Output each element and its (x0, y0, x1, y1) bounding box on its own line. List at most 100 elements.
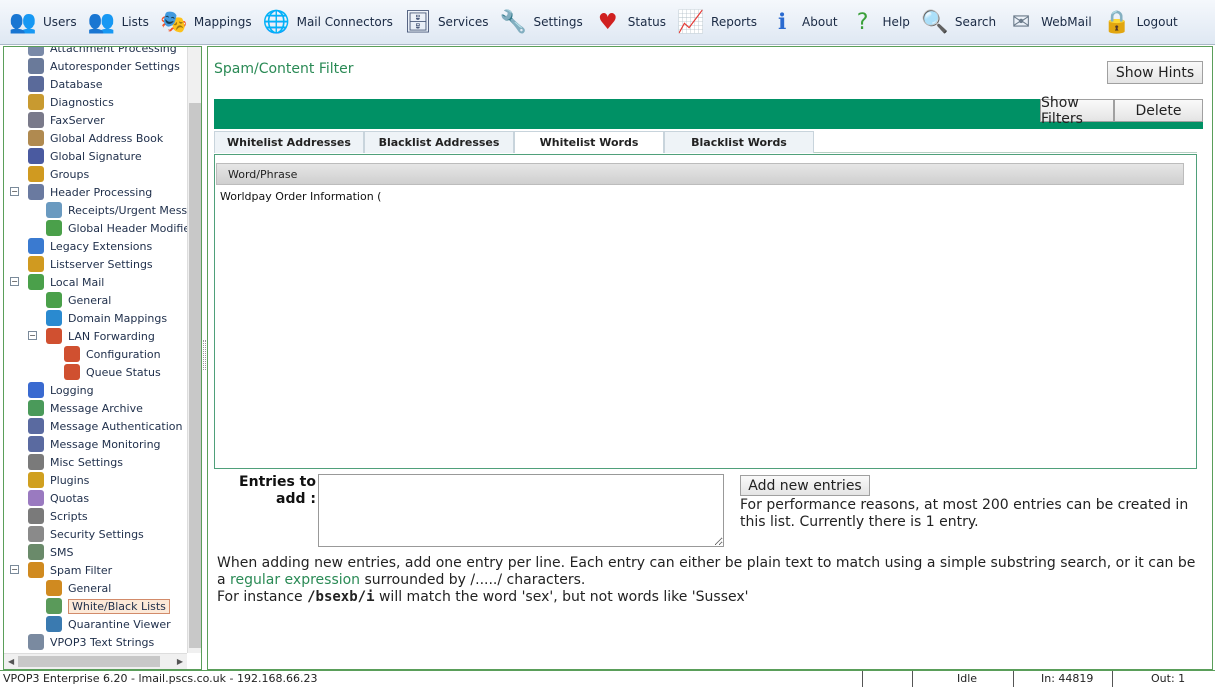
toolbar-mail-connectors-button[interactable]: 🌐 Mail Connectors (262, 2, 393, 42)
tree-vertical-scrollbar[interactable] (187, 47, 201, 653)
toolbar-label: Users (43, 15, 77, 29)
tree-item-faxserver[interactable]: FaxServer (4, 111, 187, 129)
toolbar-help-button[interactable]: ? Help (848, 2, 910, 42)
tree-item-local-mail[interactable]: − Local Mail (4, 273, 187, 291)
status-in-count: In: 44819 (1041, 672, 1094, 685)
tree-item-label: Header Processing (50, 185, 153, 199)
tree-item-general[interactable]: General (4, 291, 187, 309)
tree-collapse-toggle[interactable]: − (10, 565, 19, 574)
gear-icon (28, 58, 44, 74)
groups-icon (28, 166, 44, 182)
tree-item-legacy-extensions[interactable]: Legacy Extensions (4, 237, 187, 255)
tree-item-scripts[interactable]: Scripts (4, 507, 187, 525)
status-state: Idle (957, 672, 978, 685)
tree-item-security-settings[interactable]: Security Settings (4, 525, 187, 543)
globe-icon (46, 310, 62, 326)
tab-blacklist-words[interactable]: Blacklist Words (664, 131, 814, 153)
tree-item-label: FaxServer (50, 113, 105, 127)
tree-item-queue-status[interactable]: Queue Status (4, 363, 187, 381)
toolbar-label: Services (437, 15, 489, 29)
tree-item-domain-mappings[interactable]: Domain Mappings (4, 309, 187, 327)
tree-item-quotas[interactable]: Quotas (4, 489, 187, 507)
tree-item-white-black-lists[interactable]: White/Black Lists (4, 597, 187, 615)
toolbar-webmail-button[interactable]: ✉ WebMail (1006, 2, 1092, 42)
logout-icon: 🔒 (1102, 9, 1131, 35)
tree-item-message-monitoring[interactable]: Message Monitoring (4, 435, 187, 453)
help-icon: ? (856, 9, 869, 35)
toolbar-label: Help (882, 15, 910, 29)
entries-input[interactable] (318, 474, 724, 547)
column-header-word-phrase[interactable]: Word/Phrase (216, 163, 1184, 185)
toolbar-label: Lists (121, 15, 149, 29)
tree-item-global-address-book[interactable]: Global Address Book (4, 129, 187, 147)
tree-item-header-processing[interactable]: − Header Processing (4, 183, 187, 201)
tree-item-general[interactable]: General (4, 579, 187, 597)
tree-collapse-toggle[interactable]: − (10, 277, 19, 286)
tree-item-plugins[interactable]: Plugins (4, 471, 187, 489)
tree-vertical-scroll-thumb[interactable] (189, 103, 201, 648)
tab-blacklist-addresses[interactable]: Blacklist Addresses (364, 131, 514, 153)
delete-button[interactable]: Delete (1114, 99, 1203, 122)
tree-item-diagnostics[interactable]: Diagnostics (4, 93, 187, 111)
toolbar-label: WebMail (1041, 15, 1092, 29)
tree-item-spam-filter[interactable]: − Spam Filter (4, 561, 187, 579)
toolbar-search-button[interactable]: 🔍 Search (920, 2, 996, 42)
toolbar-reports-button[interactable]: 📈 Reports (676, 2, 757, 42)
toolbar-status-button[interactable]: ♥ Status (593, 2, 666, 42)
tree-item-global-header-modifiers[interactable]: Global Header Modifiers (4, 219, 200, 237)
show-filters-button[interactable]: Show Filters (1040, 95, 1114, 127)
tab-whitelist-addresses[interactable]: Whitelist Addresses (214, 131, 364, 153)
list-item[interactable]: Worldpay Order Information ( (220, 190, 381, 203)
tree-item-sms[interactable]: SMS (4, 543, 187, 561)
authentication-icon (28, 418, 44, 434)
tree-item-lan-forwarding[interactable]: − LAN Forwarding (4, 327, 187, 345)
pane-splitter[interactable] (203, 340, 206, 370)
text-strings-icon (28, 634, 44, 650)
toolbar-logout-button[interactable]: 🔒 Logout (1102, 2, 1178, 42)
scroll-left-icon[interactable]: ◀ (8, 657, 14, 666)
header-icon (28, 184, 44, 200)
tree-item-listserver-settings[interactable]: Listserver Settings (4, 255, 187, 273)
tree-item-database[interactable]: Database (4, 75, 187, 93)
tree-item-quarantine-viewer[interactable]: Quarantine Viewer (4, 615, 187, 633)
queue-icon (64, 364, 80, 380)
toolbar-services-button[interactable]: 🗄 Services (403, 2, 489, 42)
regular-expression-link[interactable]: regular expression (230, 572, 360, 588)
tree-item-vpop3-text-strings[interactable]: VPOP3 Text Strings (4, 633, 187, 651)
lock-icon (28, 526, 44, 542)
toolbar-label: About (802, 15, 838, 29)
tree-item-attachment-processing[interactable]: Attachment Processing (4, 47, 187, 57)
listserver-icon (28, 256, 44, 272)
tree-item-logging[interactable]: Logging (4, 381, 187, 399)
tree-item-groups[interactable]: Groups (4, 165, 187, 183)
entries-label: Entries to add : (239, 474, 316, 507)
tree-item-configuration[interactable]: Configuration (4, 345, 187, 363)
tree-item-global-signature[interactable]: Global Signature (4, 147, 187, 165)
tree-collapse-toggle[interactable]: − (28, 331, 37, 340)
tree-item-autoresponder-settings[interactable]: Autoresponder Settings (4, 57, 187, 75)
show-hints-button[interactable]: Show Hints (1107, 61, 1203, 84)
tree-item-message-archive[interactable]: Message Archive (4, 399, 187, 417)
toolbar-about-button[interactable]: ℹ About (767, 2, 838, 42)
tab-whitelist-words[interactable]: Whitelist Words (514, 131, 664, 153)
toolbar-mappings-button[interactable]: 🎭 Mappings (159, 2, 251, 42)
reports-icon: 📈 (677, 9, 705, 35)
tree-item-label: Database (50, 77, 103, 91)
tree-item-misc-settings[interactable]: Misc Settings (4, 453, 187, 471)
add-entries-button[interactable]: Add new entries (740, 475, 870, 496)
mappings-icon: 🎭 (160, 9, 188, 35)
tree-item-label: Diagnostics (50, 95, 114, 109)
tree-item-message-authentication[interactable]: Message Authentication (4, 417, 187, 435)
toolbar-users-button[interactable]: 👥 Users (8, 2, 77, 42)
scroll-right-icon[interactable]: ▶ (177, 657, 183, 666)
tree-horizontal-scrollbar[interactable]: ◀ ▶ (4, 653, 187, 669)
tree-item-label: Message Authentication (50, 419, 183, 433)
toolbar-lists-button[interactable]: 👥 Lists (87, 2, 149, 42)
tree-item-label: Configuration (86, 347, 161, 361)
navigation-tree: Attachment Processing Autoresponder Setti… (4, 47, 201, 651)
toolbar-settings-button[interactable]: 🔧 Settings (499, 2, 583, 42)
tree-collapse-toggle[interactable]: − (10, 187, 19, 196)
tree-item-receipts-urgent-messages[interactable]: Receipts/Urgent Messages (4, 201, 201, 219)
tree-horizontal-scroll-thumb[interactable] (18, 656, 160, 667)
word-list: Word/Phrase Worldpay Order Information ( (214, 154, 1197, 469)
